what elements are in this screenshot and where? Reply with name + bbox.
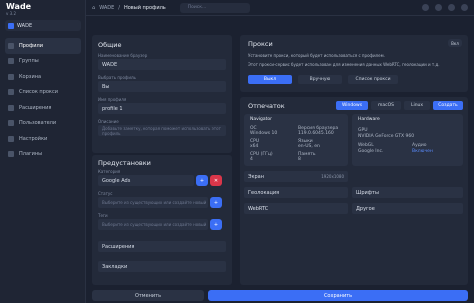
hardware-panel: Hardware GPU NVIDIA GeForce GTX 960 WebG… [352, 114, 463, 166]
browser-name-field[interactable]: WADE [98, 59, 226, 70]
sidebar-item-groups[interactable]: Группы [5, 54, 81, 70]
webrtc-row[interactable]: WebRTC [244, 203, 348, 214]
add-tag-button[interactable]: + [210, 219, 222, 230]
proxy-icon [8, 89, 14, 96]
tab-os-linux[interactable]: Linux [404, 101, 430, 110]
profiles-icon [8, 42, 14, 49]
add-status-button[interactable]: + [210, 197, 222, 208]
app-window: Wade v 3.2 WADE Профили Группы Корзина Сп… [0, 0, 474, 303]
geolocation-row[interactable]: Геолокация [244, 187, 348, 198]
add-category-button[interactable]: + [196, 175, 208, 186]
tab-proxy-list[interactable]: Список прокси [348, 75, 398, 84]
cancel-button[interactable]: Отменить [92, 290, 204, 301]
breadcrumb: ⌂ WADE / Новый профиль [92, 4, 166, 11]
help-icon[interactable] [435, 4, 442, 11]
home-icon[interactable]: ⌂ [92, 5, 95, 11]
sidebar: Wade v 3.2 WADE Профили Группы Корзина Сп… [0, 0, 86, 303]
top-bar: ⌂ WADE / Новый профиль Поиск... [86, 0, 474, 16]
users-icon [8, 120, 14, 127]
profile-name-field[interactable]: profile 1 [98, 103, 226, 114]
sidebar-item-extensions[interactable]: Расширения [5, 100, 81, 116]
brand-title: Wade v 3.2 [6, 2, 32, 16]
plugin-icon [8, 151, 14, 158]
sidebar-item-settings[interactable]: Настройки [5, 131, 81, 147]
screen-row[interactable]: Экран 1920x1080 [244, 171, 348, 182]
user-icon[interactable] [461, 4, 468, 11]
gear-icon [8, 135, 14, 142]
delete-category-button[interactable]: ✕ [210, 175, 222, 186]
notes-field[interactable]: Добавьте заметку, которая поможет исполь… [98, 125, 226, 136]
proxy-toggle[interactable]: Вкл [448, 39, 462, 47]
search-input[interactable]: Поиск... [179, 2, 250, 13]
tab-proxy-off[interactable]: Выкл [248, 75, 292, 84]
status-select[interactable]: Выберите из существующих или создайте но… [98, 197, 208, 208]
sidebar-nav: Профили Группы Корзина Список прокси Рас… [5, 38, 81, 162]
puzzle-icon [8, 104, 14, 111]
general-card: Общие Наименование браузер WADE Выбрать … [92, 35, 232, 153]
groups-icon [8, 58, 14, 65]
sidebar-item-proxies[interactable]: Список прокси [5, 85, 81, 101]
proxy-card: Прокси Вкл Установите прокси, который бу… [240, 35, 468, 92]
other-row[interactable]: Другое [352, 203, 463, 214]
fonts-row[interactable]: Шрифты [352, 187, 463, 198]
tags-select[interactable]: Выберите из существующих или создайте но… [98, 219, 208, 230]
tab-proxy-manual[interactable]: Вручную [298, 75, 342, 84]
sidebar-item-plugins[interactable]: Плагины [5, 147, 81, 163]
browser-select[interactable]: Вы [98, 81, 226, 92]
extensions-section[interactable]: Расширения [98, 241, 226, 252]
create-fingerprint-button[interactable]: Создать [433, 101, 463, 110]
avatar-icon [8, 22, 14, 29]
save-button[interactable]: Сохранить [208, 290, 468, 301]
category-select[interactable]: Google Ads [98, 175, 194, 186]
moon-icon[interactable] [448, 4, 455, 11]
navigator-panel: Navigator ОС Windows 10 Версия браузера … [244, 114, 348, 166]
sidebar-item-profiles[interactable]: Профили [5, 38, 81, 54]
tab-os-windows[interactable]: Windows [336, 101, 368, 110]
presets-card: Предустановки Категория Google Ads + ✕ С… [92, 155, 232, 285]
sidebar-item-trash[interactable]: Корзина [5, 69, 81, 85]
bookmarks-section[interactable]: Закладки [98, 261, 226, 272]
fingerprint-card: Отпечаток Windows macOS Linux Создать Na… [240, 97, 468, 285]
profile-chip[interactable]: WADE [5, 20, 81, 31]
sidebar-item-users[interactable]: Пользователи [5, 116, 81, 132]
trash-icon [8, 73, 14, 80]
footer-bar: Отменить Сохранить [86, 290, 474, 303]
notification-icon[interactable] [422, 4, 429, 11]
tab-os-macos[interactable]: macOS [371, 101, 401, 110]
